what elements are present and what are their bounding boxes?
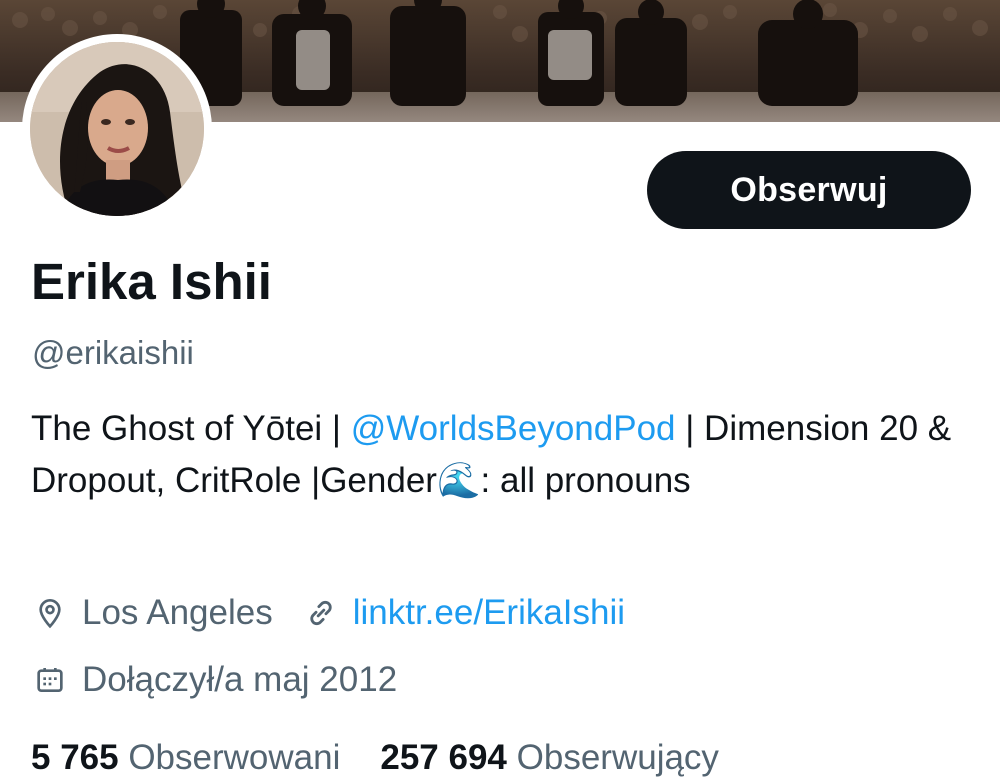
followers-label: Obserwujący [516, 738, 719, 777]
following-link[interactable]: 5 765 Obserwowani [31, 738, 340, 777]
bio-text: : all pronouns [480, 461, 691, 500]
followers-count: 257 694 [380, 738, 507, 777]
followers-link[interactable]: 257 694 Obserwujący [380, 738, 719, 777]
location-text: Los Angeles [82, 593, 273, 632]
link-icon [303, 595, 339, 631]
avatar-image [30, 42, 204, 216]
avatar[interactable] [30, 42, 204, 216]
profile-page: Obserwuj Erika Ishii @erikaishii The Gho… [0, 0, 1000, 779]
joined-date-text: Dołączył/a maj 2012 [82, 660, 398, 699]
bio-mention-link[interactable]: @WorldsBeyondPod [351, 409, 676, 448]
following-label: Obserwowani [128, 738, 341, 777]
user-handle: @erikaishii [32, 334, 194, 371]
profile-bio: The Ghost of Yōtei | @WorldsBeyondPod | … [31, 403, 971, 507]
bio-text: The Ghost of Yōtei | [31, 409, 351, 448]
follow-button[interactable]: Obserwuj [647, 151, 971, 229]
profile-stats: 5 765 Obserwowani 257 694 Obserwujący [31, 738, 719, 778]
avatar-frame [22, 34, 212, 224]
display-name: Erika Ishii [31, 253, 272, 310]
location-pin-icon [32, 595, 68, 631]
wave-emoji-icon: 🌊 [436, 461, 481, 500]
profile-meta-row: Dołączył/a maj 2012 [32, 660, 397, 700]
calendar-icon [32, 662, 68, 698]
following-count: 5 765 [31, 738, 119, 777]
profile-meta-row: Los Angeles linktr.ee/ErikaIshii [32, 593, 625, 633]
website-link[interactable]: linktr.ee/ErikaIshii [353, 593, 625, 633]
